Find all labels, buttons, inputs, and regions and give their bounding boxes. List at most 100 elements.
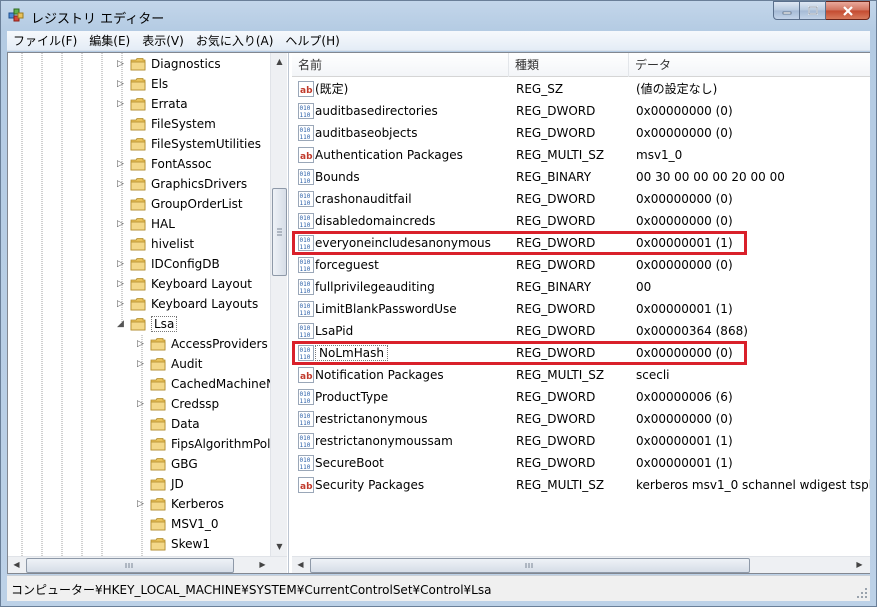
tree-item[interactable]: ▷ Keyboard Layout: [116, 274, 252, 294]
value-row[interactable]: 010 110 everyoneincludesanonymous REG_DWORD…: [292, 232, 870, 254]
value-row[interactable]: 010 110 disabledomaincreds REG_DWORD 0x00000…: [292, 210, 870, 232]
tree-item[interactable]: ▷ FontAssoc: [116, 154, 212, 174]
tree-scroll-thumb[interactable]: [272, 188, 287, 276]
tree-item[interactable]: ▷ GraphicsDrivers: [116, 174, 247, 194]
expand-arrow-icon[interactable]: ▷: [116, 79, 125, 89]
expand-arrow-icon[interactable]: ▷: [116, 219, 125, 229]
close-button[interactable]: [826, 1, 870, 20]
tree-item[interactable]: FileSystem: [116, 114, 216, 134]
tree-item[interactable]: ▷ IDConfigDB: [116, 254, 220, 274]
tree-item[interactable]: hivelist: [116, 234, 194, 254]
scroll-right-arrow-icon[interactable]: ▶: [255, 557, 270, 572]
value-row[interactable]: 010 110 SecureBoot REG_DWORD 0x00000001 (1): [292, 452, 870, 474]
title-bar[interactable]: レジストリ エディター: [1, 1, 876, 31]
tree-vertical-scrollbar[interactable]: ▲ ▼: [270, 53, 287, 556]
scroll-right-arrow-icon[interactable]: ▶: [852, 557, 867, 572]
folder-icon: [150, 537, 166, 551]
scroll-left-arrow-icon[interactable]: ◀: [9, 557, 24, 572]
tree-item[interactable]: FileSystemUtilities: [116, 134, 261, 154]
scroll-up-arrow-icon[interactable]: ▲: [272, 54, 287, 69]
svg-text:010: 010: [300, 259, 311, 266]
no-expander: [136, 480, 145, 489]
value-row[interactable]: 010 110 LsaPid REG_DWORD 0x00000364 (868): [292, 320, 870, 342]
tree-item[interactable]: ▷ Kerberos: [136, 494, 224, 514]
tree-horizontal-scrollbar[interactable]: ◀ ▶: [8, 556, 287, 573]
minimize-button[interactable]: [773, 1, 800, 20]
value-row[interactable]: 010 110 NoLmHash REG_DWORD 0x00000000 (0): [292, 342, 870, 364]
maximize-button[interactable]: [800, 1, 826, 20]
value-row[interactable]: ab Notification Packages REG_MULTI_SZ scecl…: [292, 364, 870, 386]
tree-item[interactable]: Skew1: [136, 534, 210, 554]
value-row[interactable]: 010 110 crashonauditfail REG_DWORD 0x0000000…: [292, 188, 870, 210]
tree-item-label: FipsAlgorithmPoli: [171, 437, 274, 451]
folder-icon: [130, 57, 146, 71]
tree-item[interactable]: ▷ Credssp: [136, 394, 219, 414]
value-list[interactable]: 名前 種類 データ ab (既定) REG_SZ (値の設定なし) 010 110 audi…: [292, 53, 870, 573]
tree-item[interactable]: ▷ Els: [116, 74, 168, 94]
tree-item[interactable]: ▷ Diagnostics: [116, 54, 221, 74]
tree-item[interactable]: FipsAlgorithmPoli: [136, 434, 274, 454]
value-name: NoLmHash: [315, 342, 510, 364]
svg-text:010: 010: [300, 347, 311, 354]
tree-hscroll-thumb[interactable]: [26, 558, 234, 573]
folder-icon: [150, 377, 166, 391]
menu-help[interactable]: ヘルプ(H): [279, 31, 345, 51]
list-horizontal-scrollbar[interactable]: ◀ ▶: [292, 556, 870, 573]
expand-arrow-icon[interactable]: ▷: [116, 159, 125, 169]
resize-grip-icon[interactable]: [856, 587, 868, 599]
value-row[interactable]: 010 110 fullprivilegeauditing REG_BINARY 00: [292, 276, 870, 298]
value-row[interactable]: 010 110 restrictanonymous REG_DWORD 0x000000…: [292, 408, 870, 430]
menu-favorites[interactable]: お気に入り(A): [190, 31, 280, 51]
expand-arrow-icon[interactable]: ▷: [136, 359, 145, 369]
menu-view[interactable]: 表示(V): [136, 31, 190, 51]
svg-text:110: 110: [300, 354, 311, 361]
value-row[interactable]: 010 110 auditbasedirectories REG_DWORD 0x000…: [292, 100, 870, 122]
expand-arrow-icon[interactable]: ▷: [116, 59, 125, 69]
column-type-header[interactable]: 種類: [509, 53, 629, 77]
tree-item[interactable]: ▷ Keyboard Layouts: [116, 294, 258, 314]
column-name-header[interactable]: 名前: [292, 53, 509, 77]
tree-item[interactable]: ▷ HAL: [116, 214, 175, 234]
value-row[interactable]: ab Authentication Packages REG_MULTI_SZ msv…: [292, 144, 870, 166]
value-row[interactable]: ab Security Packages REG_MULTI_SZ kerberos …: [292, 474, 870, 496]
menu-file[interactable]: ファイル(F): [7, 31, 83, 51]
tree-item[interactable]: ▷ Errata: [116, 94, 188, 114]
tree-item[interactable]: Data: [136, 414, 200, 434]
expand-arrow-icon[interactable]: ▷: [116, 99, 125, 109]
collapse-arrow-icon[interactable]: ◢: [116, 319, 125, 329]
expand-arrow-icon[interactable]: ▷: [116, 299, 125, 309]
tree-item[interactable]: GBG: [136, 454, 198, 474]
value-type: REG_DWORD: [516, 456, 596, 470]
value-row[interactable]: 010 110 auditbaseobjects REG_DWORD 0x0000000…: [292, 122, 870, 144]
value-type: REG_DWORD: [516, 412, 596, 426]
value-data: 0x00000000 (0): [636, 104, 733, 118]
value-row[interactable]: 010 110 restrictanonymoussam REG_DWORD 0x000…: [292, 430, 870, 452]
expand-arrow-icon[interactable]: ▷: [116, 279, 125, 289]
tree-item[interactable]: JD: [136, 474, 184, 494]
expand-arrow-icon[interactable]: ▷: [136, 339, 145, 349]
value-row[interactable]: 010 110 Bounds REG_BINARY 00 30 00 00 00 20 …: [292, 166, 870, 188]
value-row[interactable]: 010 110 forceguest REG_DWORD 0x00000000 (0): [292, 254, 870, 276]
value-row[interactable]: 010 110 LimitBlankPasswordUse REG_DWORD 0x00…: [292, 298, 870, 320]
expand-arrow-icon[interactable]: ▷: [116, 259, 125, 269]
scroll-down-arrow-icon[interactable]: ▼: [272, 539, 287, 554]
value-row[interactable]: ab (既定) REG_SZ (値の設定なし): [292, 78, 870, 100]
tree-item[interactable]: CachedMachineN: [136, 374, 275, 394]
expand-arrow-icon[interactable]: ▷: [116, 179, 125, 189]
expand-arrow-icon[interactable]: ▷: [136, 499, 145, 509]
list-hscroll-thumb[interactable]: [310, 558, 750, 573]
list-header: 名前 種類 データ: [292, 53, 870, 77]
tree-item[interactable]: ◢ Lsa: [116, 314, 178, 334]
tree-item[interactable]: ▷ AccessProviders: [136, 334, 268, 354]
svg-text:010: 010: [300, 413, 311, 420]
scroll-left-arrow-icon[interactable]: ◀: [293, 557, 308, 572]
tree-item[interactable]: GroupOrderList: [116, 194, 243, 214]
column-data-header[interactable]: データ: [629, 53, 870, 77]
expand-arrow-icon[interactable]: ▷: [136, 399, 145, 409]
tree-item[interactable]: ▷ Audit: [136, 354, 202, 374]
menu-edit[interactable]: 編集(E): [83, 31, 136, 51]
tree-item[interactable]: MSV1_0: [136, 514, 218, 534]
value-row[interactable]: 010 110 ProductType REG_DWORD 0x00000006 (6): [292, 386, 870, 408]
value-name: LimitBlankPasswordUse: [315, 302, 457, 316]
key-tree[interactable]: ▷ Diagnostics ▷ Els ▷ Errata FileSystem FileSys…: [8, 53, 289, 573]
